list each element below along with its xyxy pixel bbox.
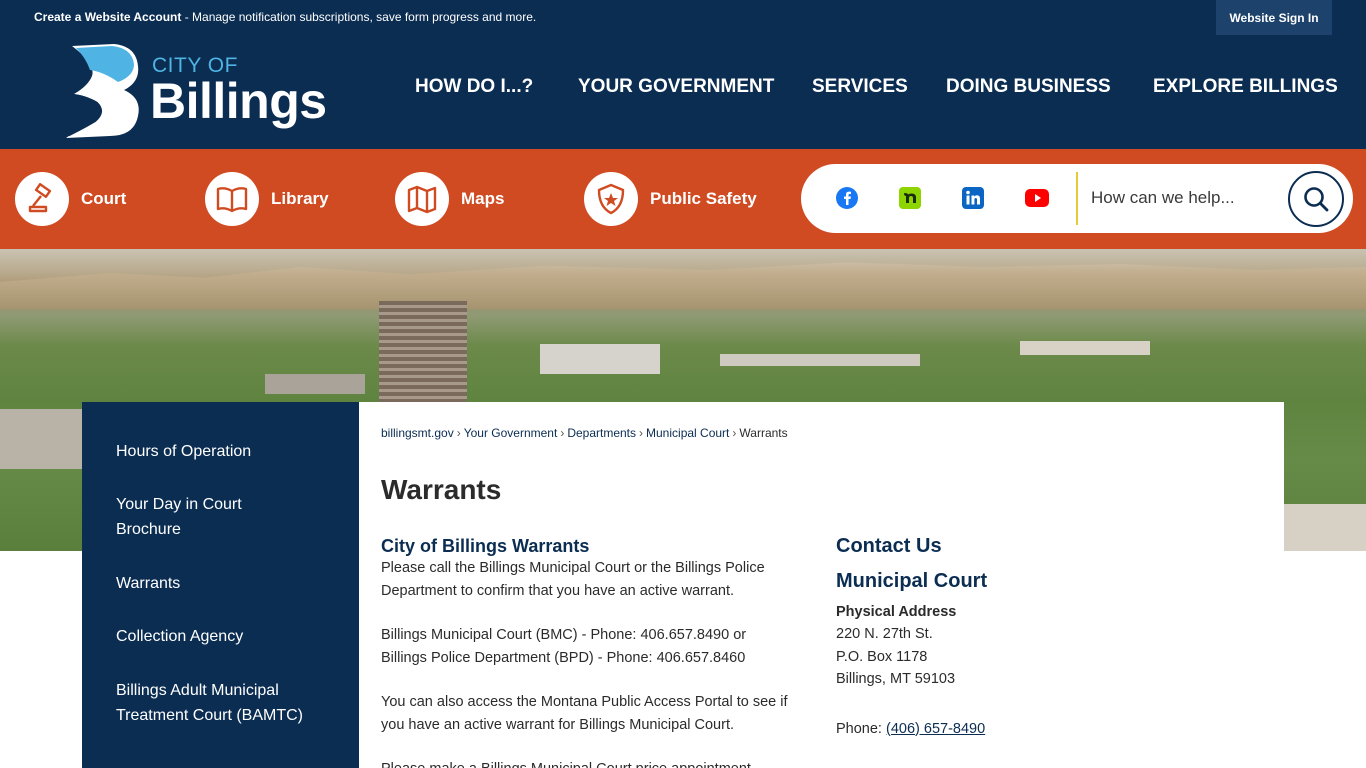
quicklink-maps-label: Maps	[461, 189, 505, 208]
badge-icon	[584, 172, 638, 226]
hero-building	[1284, 504, 1366, 551]
breadcrumb-separator: ›	[732, 426, 737, 440]
quicklink-court-label: Court	[81, 189, 127, 208]
hero-building	[720, 354, 920, 366]
search-button[interactable]	[1288, 171, 1344, 227]
phone-label: Phone:	[836, 720, 886, 737]
breadcrumb-municipal-court[interactable]: Municipal Court	[646, 426, 729, 440]
hero-grain-elevator	[540, 344, 660, 374]
appointment-paragraph: Please make a Billings Municipal Court p…	[381, 758, 806, 768]
quicklink-maps[interactable]: Maps	[395, 172, 504, 226]
breadcrumb-departments[interactable]: Departments	[567, 426, 636, 440]
breadcrumb-home[interactable]: billingsmt.gov	[381, 426, 454, 440]
quicklink-public-safety[interactable]: Public Safety	[584, 172, 757, 226]
breadcrumb-separator: ›	[639, 426, 644, 440]
phone-line-bmc: Billings Municipal Court (BMC) - Phone: …	[381, 627, 747, 643]
quicklink-court[interactable]: Court	[15, 172, 126, 226]
search-icon	[1304, 187, 1329, 212]
linkedin-icon[interactable]	[962, 187, 984, 209]
utility-bar: Create a Website Account - Manage notifi…	[0, 0, 1366, 36]
sidebar-item-bamtc[interactable]: Billings Adult Municipal Treatment Court…	[116, 678, 306, 728]
quicklink-library[interactable]: Library	[205, 172, 329, 226]
nav-your-government[interactable]: YOUR GOVERNMENT	[578, 76, 774, 98]
breadcrumb: billingsmt.gov › Your Government › Departmen…	[381, 426, 788, 440]
sidebar-item-brochure[interactable]: Your Day in Court Brochure	[116, 492, 286, 542]
nav-explore-billings[interactable]: EXPLORE BILLINGS	[1153, 76, 1338, 98]
breadcrumb-your-government[interactable]: Your Government	[464, 426, 558, 440]
billings-logo-mark-icon	[66, 44, 139, 138]
city-logo[interactable]: CITY OF Billings	[62, 42, 327, 140]
gavel-icon	[15, 172, 69, 226]
quicklink-public-safety-label: Public Safety	[650, 189, 757, 208]
section-title: City of Billings Warrants	[381, 536, 590, 556]
search-and-social-bar	[801, 164, 1353, 233]
search-input[interactable]	[1091, 184, 1281, 212]
page-title: Warrants	[381, 474, 502, 505]
account-message-text: - Manage notification subscriptions, sav…	[181, 10, 537, 24]
search-divider	[1076, 172, 1078, 225]
public-access-paragraph: You can also access the Montana Public A…	[381, 694, 788, 733]
book-icon	[205, 172, 259, 226]
address-line: 220 N. 27th St.	[836, 626, 933, 642]
website-sign-in-button[interactable]: Website Sign In	[1216, 0, 1332, 35]
quick-links-bar: Court Library Maps Public Safety	[0, 149, 1366, 249]
sidebar-nav: Hours of Operation Your Day in Court Bro…	[82, 402, 359, 768]
site-header: CITY OF Billings HOW DO I...? YOUR GOVER…	[0, 36, 1366, 149]
facebook-icon[interactable]	[836, 187, 858, 209]
nav-doing-business[interactable]: DOING BUSINESS	[946, 76, 1111, 98]
address-label: Physical Address	[836, 604, 957, 620]
contact-org-name: Municipal Court	[836, 570, 988, 592]
breadcrumb-current: Warrants	[739, 426, 788, 440]
nav-services[interactable]: SERVICES	[812, 76, 908, 98]
nextdoor-icon[interactable]	[899, 187, 921, 209]
sidebar-item-hours[interactable]: Hours of Operation	[116, 439, 336, 464]
sidebar-item-collection-agency[interactable]: Collection Agency	[116, 624, 336, 649]
hero-rimrocks	[0, 262, 1366, 309]
contact-phone: Phone: (406) 657-8490	[836, 718, 1236, 741]
breadcrumb-separator: ›	[560, 426, 565, 440]
contact-heading: Contact Us	[836, 535, 942, 557]
address-line: P.O. Box 1178	[836, 648, 928, 665]
phone-link[interactable]: (406) 657-8490	[886, 721, 985, 737]
hero-building	[0, 409, 82, 469]
breadcrumb-separator: ›	[456, 426, 461, 440]
warrants-info: City of Billings Warrants Please call th…	[381, 535, 806, 768]
hero-building	[265, 374, 365, 394]
quicklink-library-label: Library	[271, 189, 329, 208]
phone-line-bpd: Billings Police Department (BPD) - Phone…	[381, 650, 746, 666]
sidebar-item-warrants[interactable]: Warrants	[116, 571, 336, 596]
logo-name-text: Billings	[150, 73, 327, 129]
contact-us-widget: Contact Us Municipal Court Physical Addr…	[836, 535, 1236, 740]
hero-building	[1020, 341, 1150, 355]
account-message[interactable]: Create a Website Account - Manage notifi…	[34, 10, 536, 24]
address-line: Billings, MT 59103	[836, 671, 956, 687]
nav-how-do-i[interactable]: HOW DO I...?	[415, 76, 533, 98]
intro-paragraph: Please call the Billings Municipal Court…	[381, 560, 765, 599]
main-content: billingsmt.gov › Your Government › Departmen…	[359, 402, 1284, 768]
create-account-link[interactable]: Create a Website Account	[34, 10, 181, 24]
map-icon	[395, 172, 449, 226]
youtube-icon[interactable]	[1025, 189, 1049, 207]
